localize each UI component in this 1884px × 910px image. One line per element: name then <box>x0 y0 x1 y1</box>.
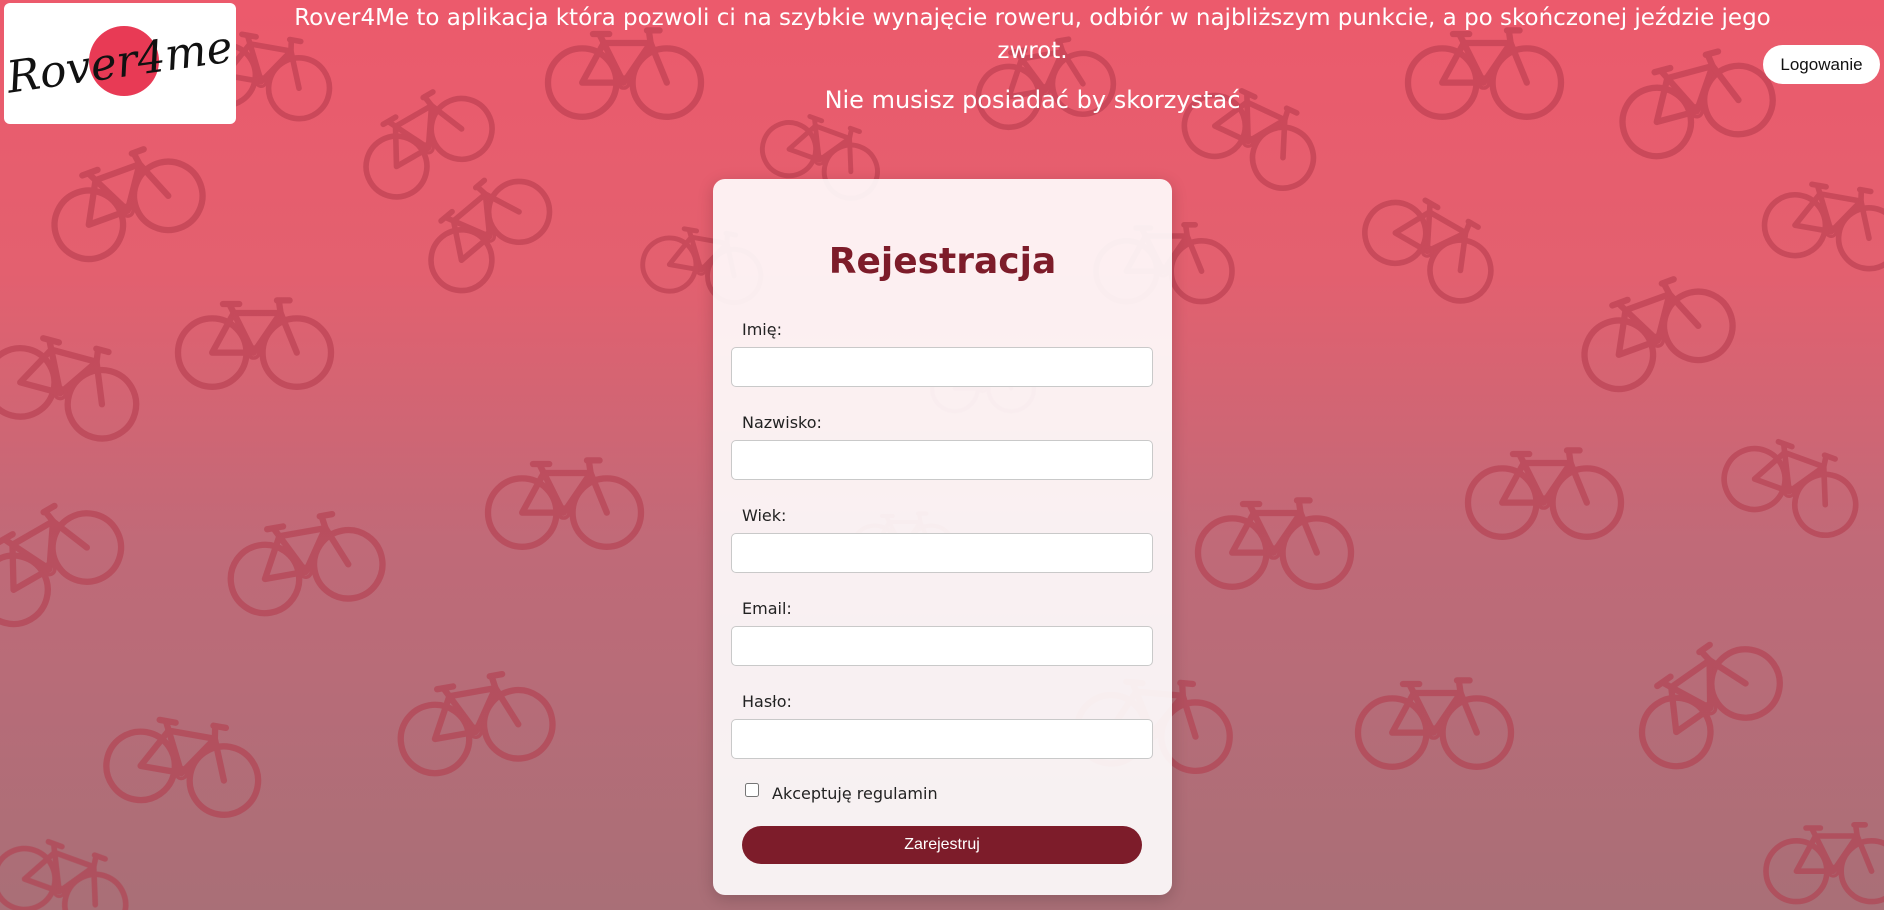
form-title: Rejestracja <box>828 241 1057 282</box>
password-input[interactable] <box>731 719 1153 759</box>
tagline: Nie musisz posiadać by skorzystać <box>824 86 1241 114</box>
first-name-label: Imię: <box>742 320 782 339</box>
intro-text: Rover4Me to aplikacja która pozwoli ci n… <box>294 5 1771 64</box>
intro-section: Rover4Me to aplikacja która pozwoli ci n… <box>260 2 1805 114</box>
brand-logo[interactable]: Rover4me <box>4 3 236 124</box>
password-label: Hasło: <box>742 692 792 711</box>
bicycle-icon <box>1716 425 1870 544</box>
first-name-input[interactable] <box>731 347 1153 387</box>
bicycle-icon <box>1354 178 1510 313</box>
logo-graphic: Rover4me <box>4 21 236 103</box>
bicycle-icon <box>101 708 267 820</box>
last-name-label: Nazwisko: <box>742 413 822 432</box>
email-input[interactable] <box>731 626 1153 666</box>
bicycle-icon <box>1198 500 1351 586</box>
terms-checkbox[interactable] <box>745 783 759 797</box>
bicycle-icon <box>0 323 148 446</box>
email-label: Email: <box>742 599 792 618</box>
age-input[interactable] <box>731 533 1153 573</box>
bicycle-icon <box>0 825 140 910</box>
bicycle-icon <box>1569 265 1742 399</box>
bicycle-icon <box>408 157 562 303</box>
bicycle-icon <box>222 507 388 619</box>
terms-label: Akceptuję regulamin <box>772 784 938 803</box>
bicycle-icon <box>488 460 641 546</box>
bicycle-icon <box>1760 174 1884 273</box>
bicycle-icon <box>178 300 331 386</box>
login-button[interactable]: Logowanie <box>1763 45 1880 84</box>
bicycle-icon <box>1358 680 1511 766</box>
bicycle-icon <box>1766 825 1884 902</box>
age-label: Wiek: <box>742 506 787 525</box>
register-button[interactable]: Zarejestruj <box>742 826 1142 864</box>
bicycle-icon <box>39 135 212 269</box>
bicycle-icon <box>1618 621 1793 780</box>
last-name-input[interactable] <box>731 440 1153 480</box>
registration-card: Rejestracja Imię: Nazwisko: Wiek: Email:… <box>713 179 1172 895</box>
bicycle-icon <box>392 667 558 779</box>
bicycle-icon <box>1468 450 1621 536</box>
bicycle-icon <box>0 485 134 636</box>
